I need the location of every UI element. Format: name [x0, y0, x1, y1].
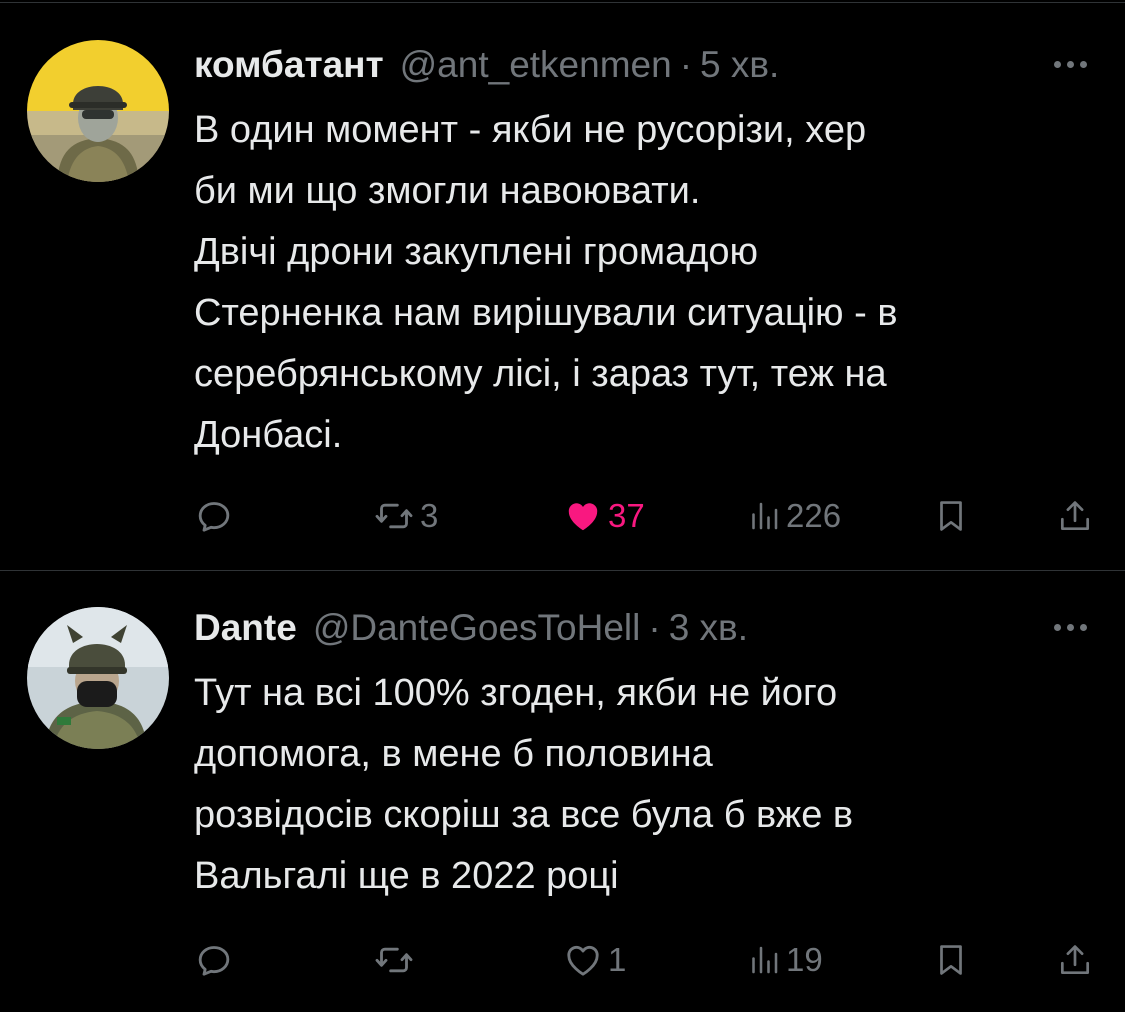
- repost-icon: [375, 503, 413, 529]
- tweet-header: Dante @DanteGoesToHell · 3 хв.: [194, 603, 1095, 653]
- timestamp[interactable]: 3 хв.: [669, 607, 748, 649]
- heart-icon: [567, 945, 599, 976]
- more-icon[interactable]: [1045, 609, 1095, 645]
- like-button[interactable]: 1: [562, 935, 626, 985]
- views-count: 226: [786, 497, 842, 534]
- bookmark-icon: [940, 945, 962, 975]
- user-handle[interactable]: @DanteGoesToHell: [313, 607, 641, 649]
- action-bar: 1 19: [194, 935, 1094, 985]
- separator: ·: [679, 44, 693, 85]
- views-button[interactable]: 226: [746, 491, 841, 541]
- repost-button[interactable]: 3: [372, 491, 438, 541]
- more-icon[interactable]: [1045, 46, 1095, 82]
- avatar-image: [27, 607, 169, 749]
- like-button[interactable]: 37: [562, 491, 645, 541]
- tweet-text: В один момент - якби не русорізи, хер би…: [194, 109, 898, 456]
- repost-count: 3: [420, 497, 439, 534]
- separator: ·: [648, 607, 661, 648]
- like-count: 1: [608, 941, 627, 978]
- reply-button[interactable]: [194, 935, 234, 985]
- avatar[interactable]: [27, 40, 169, 182]
- share-icon: [1060, 945, 1090, 975]
- like-count: 37: [608, 497, 645, 534]
- user-handle[interactable]: @ant_etkenmen: [400, 44, 672, 86]
- views-count: 19: [786, 941, 823, 978]
- repost-icon: [375, 947, 413, 973]
- tweet[interactable]: комбатант @ant_etkenmen · 5 хв. В один м…: [0, 0, 1125, 570]
- share-button[interactable]: [1056, 491, 1094, 541]
- share-icon: [1060, 501, 1090, 531]
- avatar[interactable]: [27, 607, 169, 749]
- tweet-header: комбатант @ant_etkenmen · 5 хв.: [194, 40, 1095, 90]
- reply-icon: [198, 502, 230, 532]
- reply-icon: [198, 946, 230, 976]
- timestamp[interactable]: 5 хв.: [700, 44, 779, 86]
- tweet-text: Тут на всі 100% згоден, якби не його доп…: [194, 672, 854, 897]
- display-name[interactable]: Dante: [194, 607, 297, 649]
- bookmark-icon: [940, 501, 962, 531]
- share-button[interactable]: [1056, 935, 1094, 985]
- bookmark-button[interactable]: [932, 935, 970, 985]
- reply-button[interactable]: [194, 491, 234, 541]
- avatar-image: [27, 40, 169, 182]
- views-icon: [752, 946, 778, 974]
- display-name[interactable]: комбатант: [194, 44, 384, 86]
- repost-button[interactable]: [372, 935, 420, 985]
- action-bar: 3 37 226: [194, 491, 1094, 541]
- views-button[interactable]: 19: [746, 935, 823, 985]
- heart-icon: [568, 503, 598, 531]
- bookmark-button[interactable]: [932, 491, 970, 541]
- views-icon: [752, 502, 778, 530]
